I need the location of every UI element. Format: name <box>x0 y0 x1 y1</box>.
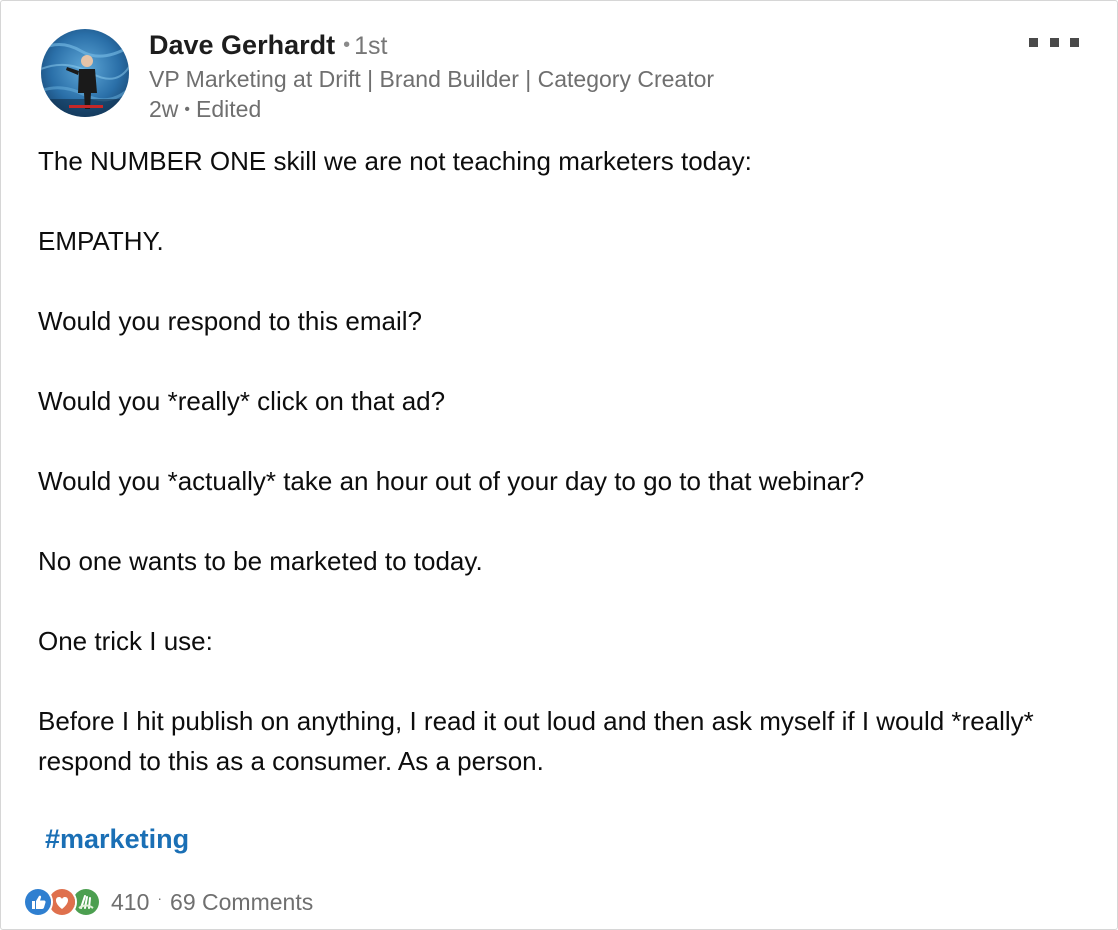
edited-label: Edited <box>196 96 262 122</box>
more-dot <box>1049 37 1059 47</box>
more-options-icon[interactable] <box>1029 33 1079 51</box>
avatar-photo <box>41 29 129 117</box>
more-dot <box>1029 37 1038 47</box>
author-name-row: Dave Gerhardt • 1st <box>149 29 387 64</box>
post-paragraph: One trick I use: <box>38 626 213 656</box>
post-paragraph: Before I hit publish on anything, I read… <box>38 706 1034 776</box>
post-paragraph: Would you *really* click on that ad? <box>38 386 446 416</box>
reaction-count[interactable]: 410 <box>111 889 149 916</box>
author-name[interactable]: Dave Gerhardt <box>149 30 335 60</box>
post-paragraph: No one wants to be marketed to today. <box>38 546 483 576</box>
post-meta: 2w • Edited <box>149 94 261 128</box>
post-time: 2w <box>149 96 179 122</box>
author-headline: VP Marketing at Drift | Brand Builder | … <box>149 66 715 92</box>
feed-post-card: Dave Gerhardt • 1st VP Marketing at Drift … <box>0 0 1118 930</box>
hashtag-link[interactable]: #marketing <box>45 819 189 859</box>
post-body: The NUMBER ONE skill we are not teaching… <box>38 141 1088 781</box>
like-icon[interactable] <box>23 887 53 917</box>
degree-separator: • <box>343 34 351 56</box>
author-avatar[interactable] <box>41 29 129 117</box>
comments-count[interactable]: 69 Comments <box>170 889 313 916</box>
post-paragraph: Would you *actually* take an hour out of… <box>38 466 865 496</box>
connection-degree: 1st <box>354 32 388 60</box>
social-separator: · <box>157 890 163 906</box>
more-dot <box>1070 37 1079 47</box>
post-paragraph: The NUMBER ONE skill we are not teaching… <box>38 146 752 176</box>
post-paragraph: Would you respond to this email? <box>38 306 422 336</box>
social-counts: 410 · 69 Comments <box>23 885 313 919</box>
meta-separator: • <box>184 101 191 118</box>
post-paragraph: EMPATHY. <box>38 226 164 256</box>
